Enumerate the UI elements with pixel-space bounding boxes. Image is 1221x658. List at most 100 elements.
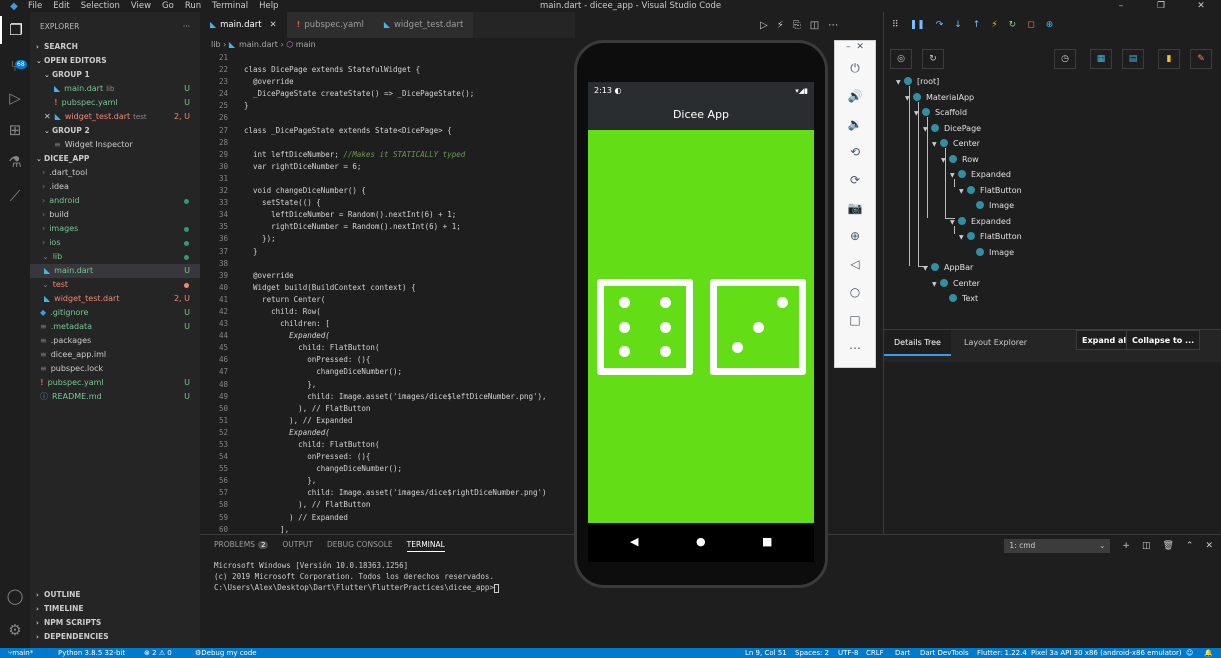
tab-debug-console[interactable]: DEBUG CONSOLE xyxy=(327,540,393,552)
flutter-version-status[interactable]: Flutter: 1.22.4 xyxy=(977,648,1027,658)
maximize-panel-icon[interactable]: ⌃ xyxy=(1186,541,1194,551)
breadcrumb-main[interactable]: main xyxy=(296,40,316,49)
zoom-icon[interactable]: ⊕ xyxy=(835,229,875,243)
tree-node-image[interactable]: Image xyxy=(884,198,1221,214)
tree-node-appbar[interactable]: ▼ AppBar xyxy=(884,260,1221,276)
problems-status[interactable]: ⊗ 2 ⚠ 0 xyxy=(144,648,172,658)
menu-selection[interactable]: Selection xyxy=(81,1,120,11)
invert-oversized-images-icon[interactable]: ✎ xyxy=(1190,49,1212,69)
home-icon[interactable]: ● xyxy=(696,535,706,548)
open-devtools-icon[interactable]: ⎘ xyxy=(793,20,801,31)
menu-go[interactable]: Go xyxy=(162,1,174,11)
tree-node-center[interactable]: ▼ Center xyxy=(884,276,1221,292)
open-editor-widget-test[interactable]: ✕ ◣ widget_test.dart test 2, U xyxy=(30,110,200,124)
menu-file[interactable]: File xyxy=(28,1,42,11)
source-control-icon[interactable]: ⑂68 xyxy=(0,52,30,80)
python-status[interactable]: Python 3.8.5 32-bit xyxy=(58,648,125,658)
repaint-rainbow-icon[interactable]: ▮ xyxy=(1158,49,1180,69)
minimize-button[interactable]: – xyxy=(1101,0,1141,12)
folder-android[interactable]: › android xyxy=(30,194,200,208)
tree-node-image[interactable]: Image xyxy=(884,245,1221,261)
step-over-icon[interactable]: ↷ xyxy=(936,20,944,30)
tree-node-root[interactable]: ▼ [root] xyxy=(884,74,1221,90)
branch-status[interactable]: ⑂ main* xyxy=(8,648,33,658)
search-section[interactable]: › SEARCH xyxy=(30,40,200,54)
run-icon[interactable]: ▷ xyxy=(760,20,768,31)
camera-icon[interactable]: 📷 xyxy=(835,201,875,215)
dependencies-section[interactable]: › DEPENDENCIES xyxy=(30,630,200,644)
select-widget-mode-icon[interactable]: ◎ xyxy=(890,49,912,69)
explorer-icon[interactable]: ❐ xyxy=(0,16,30,44)
menu-edit[interactable]: Edit xyxy=(53,1,69,11)
account-icon[interactable]: ◯ xyxy=(0,582,30,610)
overview-icon[interactable]: ■ xyxy=(762,535,772,548)
trash-icon[interactable]: 🗑 xyxy=(1162,541,1173,551)
cursor-position[interactable]: Ln 9, Col 51 xyxy=(745,648,787,658)
more-icon[interactable]: ⋯ xyxy=(835,341,875,355)
split-editor-icon[interactable]: ◫ xyxy=(810,20,819,31)
folder-lib[interactable]: ⌄ lib xyxy=(30,250,200,264)
file-pubspec-lock[interactable]: ≡ pubspec.lock xyxy=(30,362,200,376)
folder-idea[interactable]: › .idea xyxy=(30,180,200,194)
split-terminal-icon[interactable]: ◫ xyxy=(1142,541,1151,551)
file-readme[interactable]: ⓘ README.md U xyxy=(30,390,200,404)
open-editor-pubspec[interactable]: ! pubspec.yaml U xyxy=(30,96,200,110)
explorer-more-button[interactable]: ··· xyxy=(183,22,190,31)
power-icon[interactable]: ⏻ xyxy=(835,61,875,76)
close-tab-icon[interactable]: ✕ xyxy=(270,20,277,30)
stop-icon[interactable]: ◻ xyxy=(1027,20,1034,30)
hot-reload-icon[interactable]: ⚡ xyxy=(777,20,784,31)
group-1-label[interactable]: ⌄ GROUP 1 xyxy=(30,68,200,82)
open-editors-section[interactable]: ⌄ OPEN EDITORS xyxy=(30,54,200,68)
slow-animations-icon[interactable]: ◷ xyxy=(1054,49,1076,69)
tree-node-text[interactable]: Text xyxy=(884,291,1221,307)
outline-section[interactable]: › OUTLINE xyxy=(30,588,200,602)
inspect-widget-icon[interactable]: ⊕ xyxy=(1046,20,1054,30)
tree-node-center[interactable]: ▼ Center xyxy=(884,136,1221,152)
folder-dart-tool[interactable]: › .dart_tool xyxy=(30,166,200,180)
new-terminal-icon[interactable]: + xyxy=(1122,541,1130,551)
right-dice-button[interactable] xyxy=(710,279,806,375)
file-metadata[interactable]: ≡ .metadata U xyxy=(30,320,200,334)
menu-view[interactable]: View xyxy=(131,1,151,11)
breadcrumb-main-dart[interactable]: main.dart xyxy=(239,40,278,49)
testing-icon[interactable]: ⚗ xyxy=(0,148,30,176)
hot-reload-icon[interactable]: ⚡ xyxy=(991,20,997,30)
drag-handle-icon[interactable]: ⠿ xyxy=(892,20,899,30)
breadcrumb-lib[interactable]: lib xyxy=(211,40,221,49)
folder-build[interactable]: › build xyxy=(30,208,200,222)
close-icon[interactable]: ✕ xyxy=(44,112,51,121)
folder-ios[interactable]: › ios xyxy=(30,236,200,250)
tab-layout-explorer[interactable]: Layout Explorer xyxy=(954,330,1037,356)
pause-icon[interactable]: ❚❚ xyxy=(910,20,925,30)
feedback-icon[interactable]: ☺ xyxy=(1186,648,1193,658)
rotate-right-icon[interactable]: ⟳ xyxy=(835,173,875,187)
language-status[interactable]: Dart xyxy=(895,648,910,658)
step-into-icon[interactable]: ↓ xyxy=(954,20,962,30)
terminal-select[interactable]: 1: cmd ⌄ xyxy=(1004,539,1111,553)
folder-test[interactable]: ⌄ test xyxy=(30,278,200,292)
run-debug-icon[interactable]: ▷ xyxy=(0,84,30,112)
project-section[interactable]: ⌄ DICEE_APP xyxy=(30,152,200,166)
folder-images[interactable]: › images xyxy=(30,222,200,236)
tab-details-tree[interactable]: Details Tree xyxy=(884,330,951,356)
debug-status[interactable]: ⚙ Debug my code xyxy=(195,648,257,658)
tree-node-scaffold[interactable]: ▼ Scaffold xyxy=(884,105,1221,121)
tab-pubspec-yaml[interactable]: ! pubspec.yaml xyxy=(286,12,374,38)
paint-baselines-icon[interactable]: ▤ xyxy=(1122,49,1144,69)
collapse-to-button[interactable]: Collapse to ... xyxy=(1126,330,1201,350)
notifications-bell-icon[interactable]: 🔔 xyxy=(1204,648,1213,658)
menu-run[interactable]: Run xyxy=(185,1,201,11)
tree-node-flatbutton[interactable]: ▼ FlatButton xyxy=(884,183,1221,199)
group-2-label[interactable]: ⌄ GROUP 2 xyxy=(30,124,200,138)
tree-node-flatbutton[interactable]: ▼ FlatButton xyxy=(884,229,1221,245)
close-panel-icon[interactable]: ✕ xyxy=(1205,541,1213,551)
volume-up-icon[interactable]: 🔊 xyxy=(835,89,875,103)
back-icon[interactable]: ◀ xyxy=(630,535,638,548)
open-editor-widget-inspector[interactable]: ≡ Widget Inspector xyxy=(30,138,200,152)
tree-node-expanded[interactable]: ▼ Expanded xyxy=(884,214,1221,230)
more-actions-icon[interactable]: ⋯ xyxy=(828,20,838,31)
tree-node-dicepage[interactable]: ▼ DicePage xyxy=(884,121,1221,137)
npm-scripts-section[interactable]: › NPM SCRIPTS xyxy=(30,616,200,630)
close-window-button[interactable]: ✕ xyxy=(1181,0,1221,12)
